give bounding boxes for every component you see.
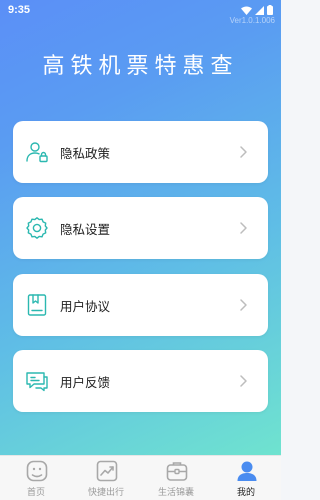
document-bookmark-icon — [27, 294, 47, 316]
tab-label: 首页 — [26, 488, 45, 498]
chevron-right-icon — [240, 146, 247, 158]
tab-life-tips[interactable]: 生活锦囊 — [141, 456, 211, 500]
chevron-right-icon — [240, 375, 247, 387]
trend-chart-icon — [96, 460, 118, 482]
status-icons — [241, 5, 273, 15]
gear-icon — [26, 217, 48, 239]
tab-mine[interactable]: 我的 — [211, 456, 281, 500]
bottom-tab-bar: 首页 快捷出行 生活锦囊 我的 — [0, 455, 281, 500]
chevron-right-icon — [240, 222, 247, 234]
chevron-right-icon — [240, 299, 247, 311]
battery-icon — [267, 5, 273, 15]
user-icon — [237, 461, 257, 481]
tab-label: 生活锦囊 — [157, 488, 194, 498]
tab-label: 快捷出行 — [87, 488, 124, 498]
menu-item-label: 隐私设置 — [60, 222, 111, 237]
tab-quick-travel[interactable]: 快捷出行 — [71, 456, 141, 500]
feedback-chat-icon — [26, 372, 48, 392]
menu-item-privacy-policy[interactable]: 隐私政策 — [13, 121, 268, 183]
privacy-user-lock-icon — [26, 142, 48, 163]
tab-label: 我的 — [236, 488, 255, 498]
menu-item-label: 用户协议 — [60, 299, 111, 314]
briefcase-icon — [166, 462, 188, 481]
menu-item-label: 用户反馈 — [60, 375, 111, 390]
version-label: Ver1.0.1.006 — [229, 16, 275, 25]
signal-icon — [255, 5, 264, 15]
status-time: 9:35 — [8, 4, 31, 16]
tab-home[interactable]: 首页 — [1, 456, 71, 500]
home-icon — [26, 460, 48, 482]
menu-item-label: 隐私政策 — [60, 146, 111, 161]
screen: 9:35 Ver1.0.1.006 高铁机票特惠查 隐私政策 隐私设置 用户协议… — [0, 0, 281, 500]
menu-item-user-feedback[interactable]: 用户反馈 — [13, 350, 268, 412]
page-title: 高铁机票特惠查 — [42, 54, 239, 79]
menu-item-user-agreement[interactable]: 用户协议 — [13, 274, 268, 336]
wifi-icon — [241, 6, 252, 15]
menu-item-privacy-settings[interactable]: 隐私设置 — [13, 197, 268, 259]
status-bar: 9:35 Ver1.0.1.006 — [0, 0, 281, 25]
